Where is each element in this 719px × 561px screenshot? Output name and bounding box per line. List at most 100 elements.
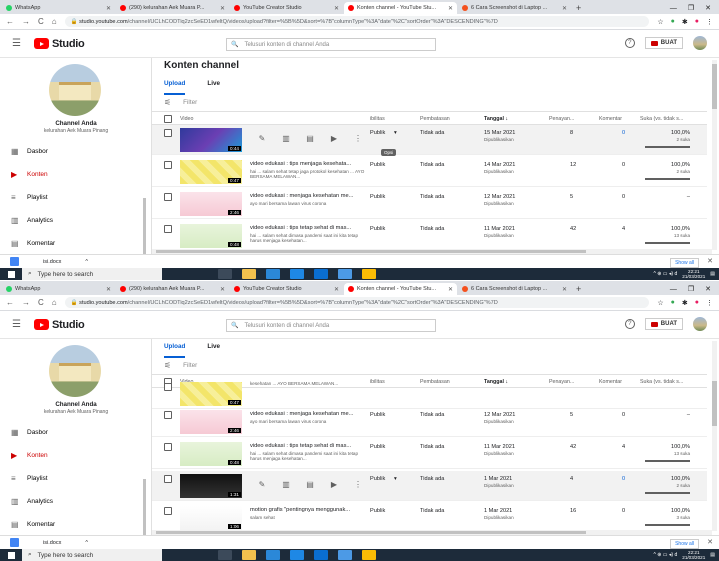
video-thumbnail[interactable]: 0:48 (180, 442, 242, 466)
visibility-value[interactable]: Publik (370, 476, 385, 482)
profile-icon[interactable]: ● (695, 18, 699, 25)
edge-icon[interactable] (266, 269, 280, 279)
comments-icon[interactable]: ▤ (305, 134, 315, 143)
tab-live[interactable]: Live (207, 343, 220, 358)
puzzle-icon[interactable]: ✱ (682, 18, 688, 26)
row-checkbox[interactable] (164, 193, 172, 201)
video-title[interactable]: motion grafis "pentingnya menggunak... (250, 507, 365, 513)
tab-upload[interactable]: Upload (164, 343, 186, 358)
sidebar-scrollbar[interactable] (143, 198, 146, 254)
create-button[interactable]: BUAT (644, 37, 683, 49)
hamburger-menu-icon[interactable]: ☰ (12, 319, 34, 330)
maximize-icon[interactable]: ❐ (688, 285, 694, 293)
column-header[interactable]: Pembatasan (420, 116, 450, 122)
close-icon[interactable]: ✕ (220, 286, 225, 293)
video-thumbnail[interactable]: 0:44 (180, 128, 242, 152)
forward-icon[interactable]: → (22, 298, 30, 307)
sidebar-item-playlist[interactable]: ≡ Playlist (0, 467, 150, 489)
video-thumbnail[interactable]: 2:46 (180, 192, 242, 216)
browser-tab[interactable]: WhatsApp ✕ (2, 2, 115, 14)
task-view-icon[interactable] (218, 269, 232, 279)
sidebar-item-playlist[interactable]: ≡ Playlist (0, 186, 150, 208)
table-row[interactable]: 0:47 video edukasi : tips menjaga kesehat… (152, 157, 707, 187)
extension-icon[interactable]: ● (671, 18, 675, 25)
visibility-value[interactable]: Publik (370, 162, 385, 168)
table-row[interactable]: 0:48 video edukasi : tips tetap sehat di … (152, 221, 707, 251)
table-row[interactable]: 0:44 ✎ ▥ ▤ ▶ ⋮ Opsi Publik ▾ Tidak ada 15 Mar 202… (152, 125, 707, 156)
show-all-button[interactable]: Show all (670, 258, 699, 268)
show-all-button[interactable]: Show all (670, 539, 699, 549)
sidebar-item-analytics[interactable]: ▥ Analytics (0, 490, 150, 512)
channel-avatar[interactable] (49, 345, 101, 397)
close-icon[interactable]: ✕ (448, 5, 453, 12)
filter-label[interactable]: Filter (183, 362, 197, 369)
windows-start-icon[interactable] (0, 268, 22, 280)
close-icon[interactable]: ✕ (562, 5, 567, 12)
puzzle-icon[interactable]: ✱ (682, 299, 688, 307)
filter-icon[interactable]: ⚟ (164, 361, 171, 370)
download-filename[interactable]: isi.docx (43, 540, 61, 546)
video-thumbnail[interactable]: 2:46 (180, 410, 242, 434)
windows-start-icon[interactable] (0, 549, 22, 561)
chevron-up-icon[interactable]: ^ (85, 259, 88, 265)
column-header[interactable]: Video (180, 116, 193, 122)
close-icon[interactable]: ✕ (334, 286, 339, 293)
visibility-value[interactable]: Publik (370, 226, 385, 232)
visibility-value[interactable]: Publik (370, 194, 385, 200)
row-checkbox[interactable] (164, 507, 172, 515)
back-icon[interactable]: ← (6, 17, 14, 26)
home-icon[interactable]: ⌂ (52, 298, 57, 307)
vertical-scrollbar[interactable] (712, 341, 717, 531)
visibility-value[interactable]: Publik (370, 130, 385, 136)
column-header[interactable]: Suka (vs. tidak s... (640, 116, 683, 122)
table-row[interactable]: 1:06 motion grafis "pentingnya menggunak.… (152, 503, 707, 533)
profile-icon[interactable]: ● (695, 299, 699, 306)
store-icon[interactable] (314, 269, 328, 279)
star-icon[interactable]: ☆ (657, 18, 663, 26)
video-thumbnail[interactable]: 0:47 (180, 382, 242, 406)
chrome-icon[interactable] (362, 550, 376, 560)
column-header[interactable]: ibilitas (370, 116, 385, 122)
table-row[interactable]: 0:47 kesehatan ... AYO BERSAMA MELAWAN..… (152, 379, 707, 409)
minimize-icon[interactable]: — (670, 5, 677, 12)
taskbar-search[interactable]: ⌕ Type here to search (22, 268, 162, 280)
analytics-icon[interactable]: ▥ (281, 480, 291, 489)
comments-icon[interactable]: ▤ (305, 480, 315, 489)
youtube-play-icon[interactable]: ▶ (329, 480, 339, 489)
file-explorer-icon[interactable] (242, 550, 256, 560)
home-icon[interactable]: ⌂ (52, 17, 57, 26)
tab-upload[interactable]: Upload (164, 80, 186, 95)
browser-tab[interactable]: (290) kelurahan Aek Muara P... ✕ (116, 283, 229, 295)
photos-icon[interactable] (290, 550, 304, 560)
sidebar-item-konten[interactable]: ▶ Konten (0, 444, 150, 466)
close-icon[interactable]: ✕ (707, 257, 713, 265)
video-thumbnail[interactable]: 1:06 (180, 506, 242, 530)
tab-live[interactable]: Live (207, 80, 220, 95)
browser-tab[interactable]: YouTube Creator Studio ✕ (230, 2, 343, 14)
browser-tab[interactable]: Konten channel - YouTube Stu... ✕ (344, 283, 457, 295)
mail-icon[interactable] (338, 269, 352, 279)
help-icon[interactable]: ? (624, 38, 635, 48)
row-checkbox[interactable] (164, 161, 172, 169)
table-row[interactable]: 2:46 video edukasi : menjaga kesehatan me… (152, 189, 707, 219)
url-input[interactable]: 🔒 studio.youtube.com/channel/UCLhCODTiq2… (64, 297, 650, 308)
studio-logo[interactable]: Studio (34, 38, 85, 50)
visibility-value[interactable]: Publik (370, 508, 385, 514)
clock[interactable]: 22:21 21/03/2021 (682, 269, 705, 279)
search-input[interactable]: 🔍 Telusuri konten di channel Anda (226, 38, 436, 51)
close-icon[interactable]: ✕ (707, 538, 713, 546)
close-icon[interactable]: ✕ (562, 286, 567, 293)
help-icon[interactable]: ? (624, 319, 635, 329)
table-row[interactable]: 1:31 ✎ ▥ ▤ ▶ ⋮ Publik ▾ Tidak ada 1 Mar 2021 Dip… (152, 471, 707, 501)
browser-tab[interactable]: (290) kelurahan Aek Muara P... ✕ (116, 2, 229, 14)
notification-icon[interactable]: ▤ (710, 552, 715, 558)
video-title[interactable]: video edukasi : tips tetap sehat di mas.… (250, 225, 365, 231)
task-view-icon[interactable] (218, 550, 232, 560)
back-icon[interactable]: ← (6, 298, 14, 307)
row-checkbox[interactable] (164, 383, 172, 391)
vertical-scrollbar[interactable] (712, 60, 717, 250)
close-icon[interactable]: ✕ (448, 286, 453, 293)
chevron-down-icon[interactable]: ▾ (394, 130, 397, 136)
video-title[interactable]: video edukasi : menjaga kesehatan me... (250, 193, 365, 199)
new-tab-button[interactable]: + (572, 283, 585, 295)
